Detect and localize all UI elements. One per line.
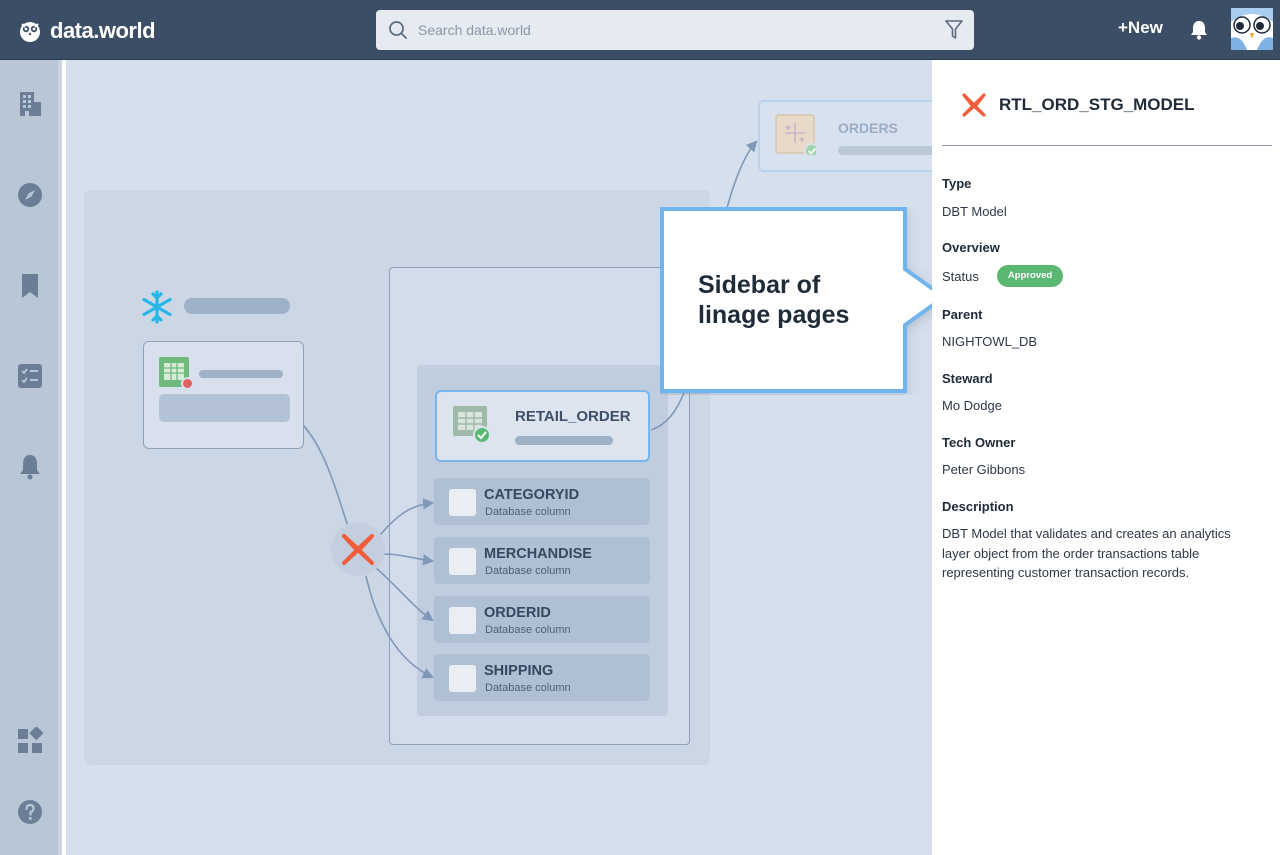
help-icon[interactable]: [16, 798, 44, 826]
parent-label: Parent: [942, 307, 983, 322]
source-table-card[interactable]: [143, 341, 304, 449]
dbt-icon: [342, 534, 374, 565]
column-checkbox[interactable]: [449, 548, 476, 575]
steward-label: Steward: [942, 371, 993, 386]
user-avatar[interactable]: [1231, 8, 1273, 50]
source-table-field-placeholder: [159, 394, 290, 422]
left-navigation-rail: [0, 60, 62, 855]
column-card[interactable]: ORDERID Database column: [434, 596, 650, 643]
source-table-name-placeholder: [199, 370, 283, 378]
brand-logo-link[interactable]: data.world: [18, 17, 156, 45]
type-value: DBT Model: [942, 204, 1007, 219]
details-sidebar: RTL_ORD_STG_MODEL Type DBT Model Overvie…: [932, 60, 1280, 855]
retail-order-table-card[interactable]: RETAIL_ORDER: [435, 390, 650, 462]
description-value: DBT Model that validates and creates an …: [942, 526, 1231, 580]
bookmark-icon[interactable]: [16, 272, 44, 300]
table-approved-icon: [453, 406, 491, 444]
tableau-icon: [775, 114, 816, 155]
column-name: CATEGORYID: [484, 487, 580, 503]
tech-owner-label: Tech Owner: [942, 435, 1016, 450]
filter-icon[interactable]: [944, 19, 964, 41]
sidebar-header: RTL_ORD_STG_MODEL: [942, 60, 1272, 146]
column-checkbox[interactable]: [449, 665, 476, 692]
callout-line-1: Sidebar of: [698, 271, 821, 299]
top-navigation-bar: data.world +New: [0, 0, 1280, 60]
owl-logo-icon: [20, 22, 40, 42]
column-card[interactable]: CATEGORYID Database column: [434, 478, 650, 525]
snowflake-icon: [142, 290, 172, 324]
dbt-icon: [962, 93, 986, 117]
new-button[interactable]: +New: [1118, 18, 1163, 38]
dbt-model-node[interactable]: [331, 522, 385, 576]
orders-dashboard-card[interactable]: ORDERS: [758, 100, 932, 172]
parent-value[interactable]: NIGHTOWL_DB: [942, 334, 1037, 349]
callout-bubble: Sidebar of linage pages: [660, 207, 948, 393]
column-name: MERCHANDISE: [484, 546, 592, 562]
brand-name: data.world: [50, 18, 156, 43]
callout-line-2: linage pages: [698, 301, 849, 329]
sidebar-title: RTL_ORD_STG_MODEL: [999, 95, 1195, 114]
apps-icon[interactable]: [16, 727, 44, 755]
column-type: Database column: [485, 624, 571, 636]
search-input[interactable]: [418, 10, 918, 50]
steward-value[interactable]: Mo Dodge: [942, 398, 1002, 413]
column-name: ORDERID: [484, 605, 551, 621]
notifications-bell-icon[interactable]: [1188, 19, 1210, 41]
description-label: Description: [942, 499, 1014, 514]
compass-icon[interactable]: [16, 181, 44, 209]
column-type: Database column: [485, 682, 571, 694]
status-badge: Approved: [997, 265, 1063, 287]
search-icon[interactable]: [388, 20, 408, 40]
bell-icon[interactable]: [16, 453, 44, 481]
column-checkbox[interactable]: [449, 489, 476, 516]
column-card[interactable]: SHIPPING Database column: [434, 654, 650, 701]
column-name: SHIPPING: [484, 663, 554, 679]
column-type: Database column: [485, 565, 571, 577]
orders-desc-placeholder: [838, 146, 932, 155]
sidebar-callout: Sidebar of linage pages: [660, 207, 950, 395]
search-bar: [376, 10, 974, 50]
tech-owner-value[interactable]: Peter Gibbons: [942, 462, 1025, 477]
retail-order-name: RETAIL_ORDER: [515, 408, 631, 425]
retail-order-desc-placeholder: [515, 436, 613, 445]
owl-avatar-icon: [1231, 8, 1273, 50]
column-card[interactable]: MERCHANDISE Database column: [434, 537, 650, 584]
overview-label: Overview: [942, 240, 1000, 255]
building-icon[interactable]: [16, 90, 44, 118]
error-status-dot: [181, 377, 194, 390]
type-label: Type: [942, 176, 972, 191]
orders-name: ORDERS: [838, 120, 898, 136]
status-label: Status: [942, 269, 979, 284]
column-checkbox[interactable]: [449, 607, 476, 634]
column-type: Database column: [485, 506, 571, 518]
lineage-canvas[interactable]: RETAIL_ORDER CATEGORYID Database column …: [66, 60, 932, 855]
checklist-icon[interactable]: [16, 362, 44, 390]
source-name-placeholder: [184, 298, 290, 314]
